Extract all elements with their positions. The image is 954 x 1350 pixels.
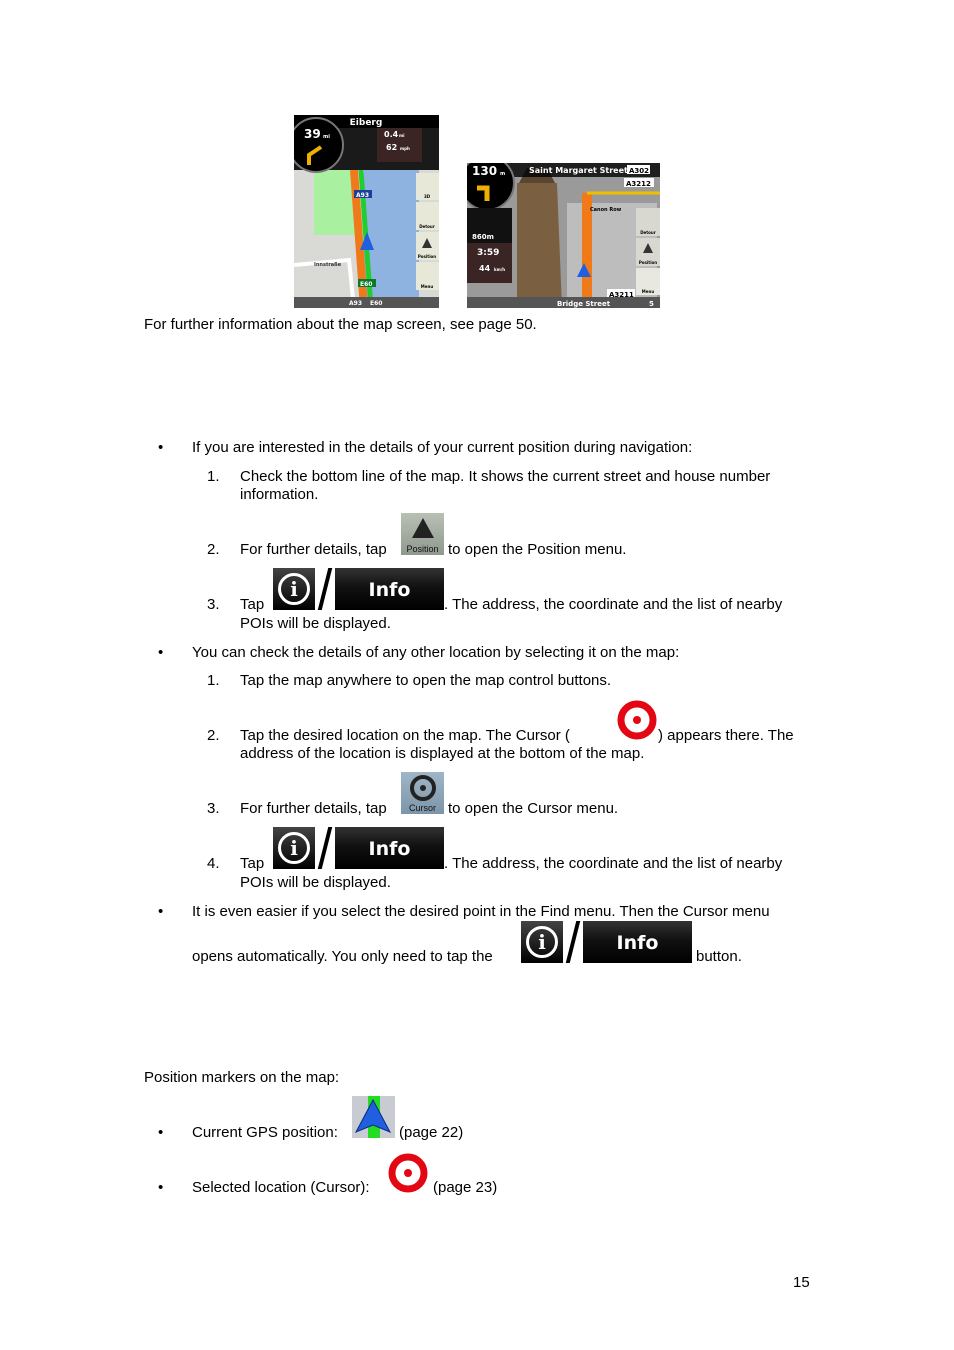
map1-speed-unit: mph xyxy=(400,146,410,151)
step-number: 1. xyxy=(207,672,220,689)
step-text: POIs will be displayed. xyxy=(240,615,391,632)
map1-menu-button: Menu xyxy=(421,284,434,289)
step-text: ) appears there. The xyxy=(658,727,794,744)
step-text: Tap xyxy=(240,596,265,613)
map1-3d-button: 3D xyxy=(424,194,431,199)
marker-cursor-label: Selected location (Cursor): xyxy=(192,1179,370,1196)
step-number: 4. xyxy=(207,855,220,872)
markers-title: Position markers on the map: xyxy=(144,1069,340,1086)
info-icon-button: i xyxy=(273,568,315,610)
map2-time: 3:59 xyxy=(477,248,499,258)
map2-detour-button: Detour xyxy=(640,230,656,235)
step-text: to open the Cursor menu. xyxy=(448,800,619,817)
cursor-button: Cursor xyxy=(401,772,444,814)
info-icon-button: i xyxy=(273,827,315,869)
cursor-icon xyxy=(617,700,657,740)
step-text: Tap xyxy=(240,855,265,872)
slash-divider xyxy=(317,827,333,869)
step-text: Check the bottom line of the map. It sho… xyxy=(240,468,771,485)
info-button: Info xyxy=(583,921,692,963)
page-number: 15 xyxy=(793,1274,810,1291)
bullet-text: If you are interested in the details of … xyxy=(192,439,693,456)
info-button: Info xyxy=(335,568,444,610)
step-number: 1. xyxy=(207,468,220,485)
map1-distance: 39 xyxy=(304,127,321,141)
map2-distance: 130 xyxy=(472,164,497,178)
map2-side-buttons: Detour Position Menu xyxy=(636,208,660,295)
info-icon: i xyxy=(278,573,310,605)
info-icon: i xyxy=(526,926,558,958)
marker-gps-label: Current GPS position: xyxy=(192,1124,338,1141)
position-button-label: Position xyxy=(406,544,439,554)
map2-street: Saint Margaret Street xyxy=(529,166,628,175)
bullet-text: opens automatically. You only need to ta… xyxy=(192,948,493,965)
map1-next-unit: mi xyxy=(399,133,405,138)
map2-speed: 44 xyxy=(479,264,491,273)
slash-divider xyxy=(565,921,581,963)
map1-speed: 62 xyxy=(386,143,397,152)
step-text: information. xyxy=(240,486,319,503)
bullet-text: It is even easier if you select the desi… xyxy=(192,903,770,920)
step-text: . The address, the coordinate and the li… xyxy=(444,855,783,872)
step-text: For further details, tap xyxy=(240,800,387,817)
bullet-text: You can check the details of any other l… xyxy=(192,644,680,661)
step-number: 3. xyxy=(207,800,220,817)
map1-detour-button: Detour xyxy=(419,224,435,229)
map-screenshot-2d: Eiberg 39 mi 0.4 mi 62 mph A93 E60 Innst… xyxy=(294,115,439,308)
map1-street-label: Innstraße xyxy=(314,262,342,268)
map1-position-button: Position xyxy=(418,254,436,259)
map1-road-a93: A93 xyxy=(356,192,369,199)
position-button: Position xyxy=(401,513,444,555)
bullet: • xyxy=(158,644,164,661)
map2-speed-unit: km/h xyxy=(494,267,505,272)
info-icon: i xyxy=(278,832,310,864)
position-arrow-icon xyxy=(411,518,434,538)
map2-road-a302: A302 xyxy=(629,167,649,175)
map1-distance-unit: mi xyxy=(323,134,330,140)
cursor-button-label: Cursor xyxy=(408,803,436,813)
map2-position-button: Position xyxy=(639,260,657,265)
manual-page: Eiberg 39 mi 0.4 mi 62 mph A93 E60 Innst… xyxy=(0,0,954,1350)
bullet: • xyxy=(158,1179,164,1196)
step-text: For further details, tap xyxy=(240,541,387,558)
map1-bottom-road2: E60 xyxy=(370,300,382,307)
map1-road-e60: E60 xyxy=(360,281,372,288)
bullet-text: button. xyxy=(696,948,742,965)
bullet: • xyxy=(158,903,164,920)
step-text: to open the Position menu. xyxy=(448,541,627,558)
cursor-icon xyxy=(388,1153,428,1193)
map1-bottom-road1: A93 xyxy=(349,300,362,307)
bullet: • xyxy=(158,439,164,456)
step-text: Tap the map anywhere to open the map con… xyxy=(240,672,612,689)
info-button: Info xyxy=(335,827,444,869)
map2-house-number: 5 xyxy=(649,300,654,308)
map1-street: Eiberg xyxy=(350,118,383,128)
map2-next-distance: 860m xyxy=(472,233,494,241)
map2-distance-unit: m xyxy=(500,171,505,177)
caption: For further information about the map sc… xyxy=(144,316,537,333)
step-number: 3. xyxy=(207,596,220,613)
cursor-target-icon xyxy=(409,775,436,801)
map-screenshot-3d: Saint Margaret Street A302 A3212 Canon R… xyxy=(467,163,660,308)
map2-bottom-street: Bridge Street xyxy=(557,300,611,308)
info-icon-button: i xyxy=(521,921,563,963)
step-text: address of the location is displayed at … xyxy=(240,745,645,762)
marker-cursor-page: (page 23) xyxy=(433,1179,498,1196)
gps-position-arrow-icon xyxy=(352,1096,395,1138)
map2-poi-label: Canon Row xyxy=(590,207,622,213)
step-number: 2. xyxy=(207,541,220,558)
map2-road-a3212: A3212 xyxy=(626,180,651,188)
step-number: 2. xyxy=(207,727,220,744)
step-text: POIs will be displayed. xyxy=(240,874,391,891)
map2-menu-button: Menu xyxy=(642,289,655,294)
slash-divider xyxy=(317,568,333,610)
step-text: . The address, the coordinate and the li… xyxy=(444,596,783,613)
marker-gps-page: (page 22) xyxy=(399,1124,464,1141)
bullet: • xyxy=(158,1124,164,1141)
step-text: Tap the desired location on the map. The… xyxy=(240,727,570,744)
map1-next-distance: 0.4 xyxy=(384,130,399,139)
